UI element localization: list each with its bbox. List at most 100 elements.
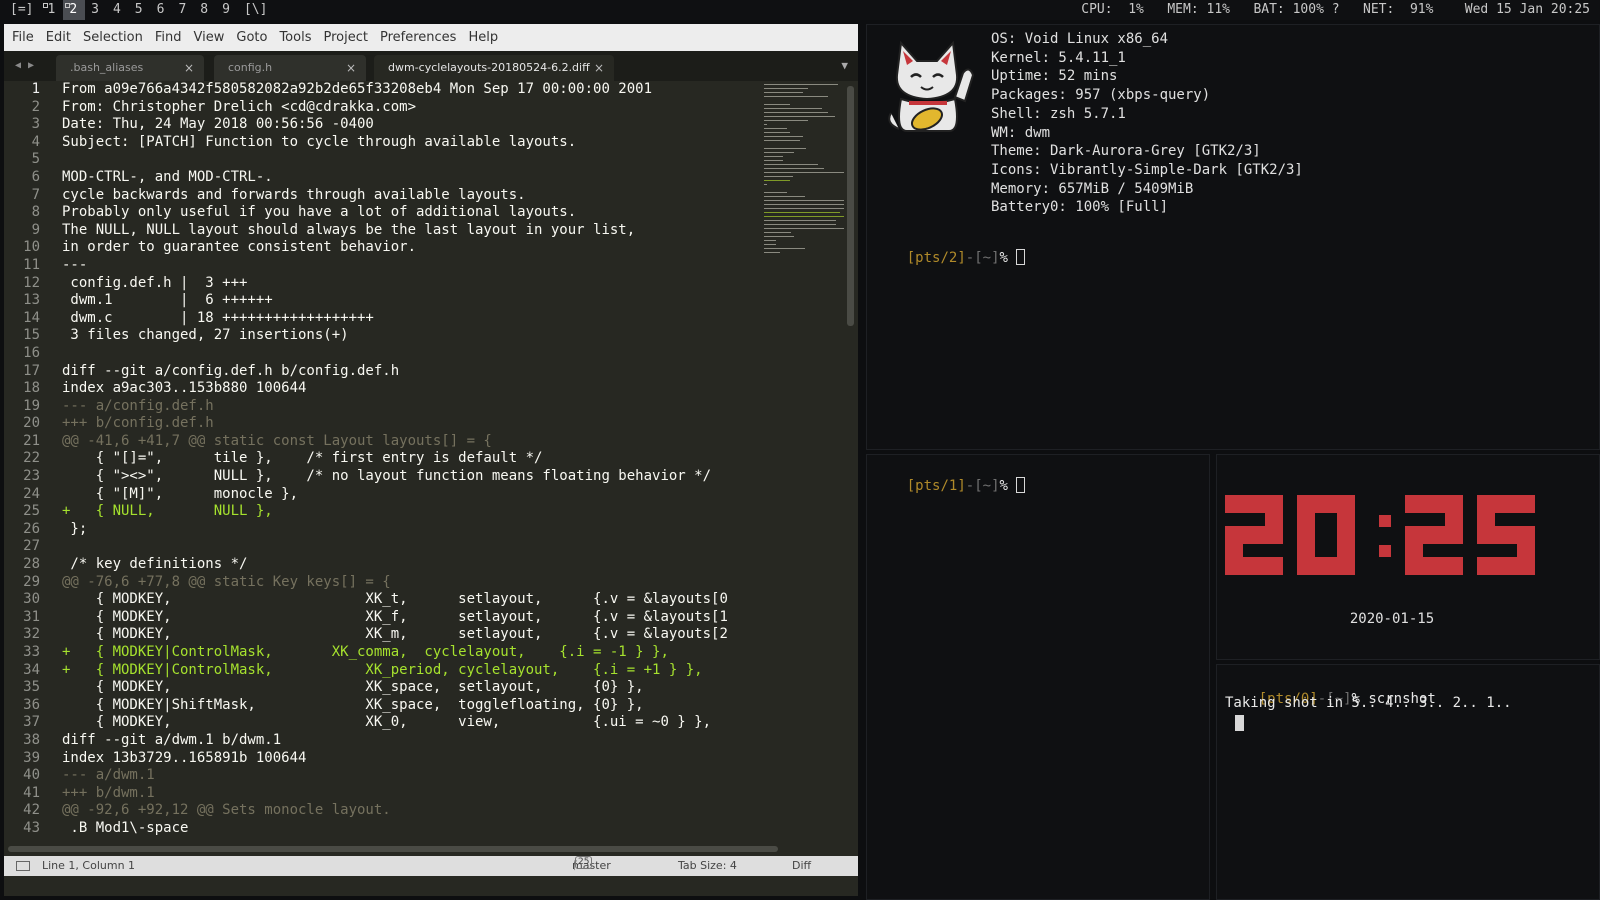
menu-file[interactable]: File [8,30,42,45]
line-number: 20 [23,415,40,432]
line-text: + { MODKEY|ControlMask, XK_period, cycle… [62,661,703,678]
workspace-tag[interactable]: 7 [172,0,194,20]
menu-project[interactable]: Project [319,30,375,45]
minimap-line [764,124,768,125]
line-text: The NULL, NULL layout should always be t… [62,221,636,238]
horizontal-scrollbar[interactable] [8,846,778,852]
terminal-pts1[interactable]: [pts/1]-[~]% [866,454,1210,900]
code-line: 12 config.def.h | 3 +++ [4,275,762,293]
line-text: diff --git a/config.def.h b/config.def.h [62,362,400,379]
tab-next-icon[interactable]: ▶ [28,60,34,71]
clock-segment [1225,557,1283,575]
code-line: 40 --- a/dwm.1 [4,767,762,785]
code-line: 35 { MODKEY, XK_space, setlayout, {0} }, [4,679,762,697]
line-number: 15 [23,327,40,344]
menu-preferences[interactable]: Preferences [376,30,464,45]
info-line: Theme: Dark-Aurora-Grey [GTK2/3] [991,143,1261,160]
terminal-neofetch[interactable]: OS: Void Linux x86_64 Kernel: 5.4.11_1 Upt… [866,24,1600,450]
line-text: .B Mod1\-space [62,819,189,836]
workspace-tag[interactable]: 8 [194,0,216,20]
terminal-pts0[interactable]: [pts/0]-[~]% scrnshot Taking shot in 5..… [1216,664,1600,900]
menu-help[interactable]: Help [464,30,506,45]
close-icon[interactable]: × [594,55,604,81]
line-text [42,538,62,556]
close-icon[interactable]: × [184,55,194,81]
line-text: Subject: [PATCH] Function to cycle throu… [62,133,577,150]
line-text [42,151,62,169]
tab-config-h[interactable]: config.h × [214,55,366,81]
menu-selection[interactable]: Selection [79,30,151,45]
menu-tools[interactable]: Tools [275,30,319,45]
code-line: 39 index 13b3729..165891b 100644 [4,750,762,768]
editor-status-bar: Line 1, Column 1 ᚴ master 25 Tab Size: 4 … [4,856,858,876]
line-text: in order to guarantee consistent behavio… [62,239,417,256]
line-number: 26 [23,520,40,537]
text-cursor [1016,249,1026,265]
tab-label: .bash_aliases [70,61,144,74]
line-text: --- [62,256,88,273]
workspace-tag[interactable]: 1 [41,0,63,20]
line-number: 16 [23,344,40,361]
info-line: Packages: 957 (xbps-query) [991,87,1211,104]
tab-size[interactable]: Tab Size: 4 [678,856,737,876]
workspace-tag[interactable]: [\] [238,0,275,20]
code-line: 26 }; [4,521,762,539]
minimap-line [764,96,829,97]
line-number: 10 [23,239,40,256]
syntax-mode[interactable]: Diff [792,856,811,876]
minimap-line [764,216,844,217]
line-number: 9 [31,221,40,238]
minimap-line [764,240,776,241]
clock-segment [1379,515,1391,527]
menu-goto[interactable]: Goto [232,30,275,45]
code-line: 14 dwm.c | 18 ++++++++++++++++++ [4,310,762,328]
line-number: 4 [31,133,40,150]
tab-list-dropdown-icon[interactable]: ▼ [841,59,848,72]
workspace-tag[interactable]: 2 [63,0,86,20]
vertical-scrollbar[interactable] [847,86,854,326]
line-number: 17 [23,362,40,379]
line-number: 1 [31,81,40,97]
workspace-tag[interactable]: [=] [4,0,41,20]
workspace-tag[interactable]: 5 [129,0,151,20]
code-line: 13 dwm.1 | 6 ++++++ [4,292,762,310]
line-text: dwm.c | 18 ++++++++++++++++++ [62,309,374,326]
workspace-tag[interactable]: 4 [107,0,129,20]
line-text: { MODKEY, XK_m, setlayout, {.v = &layout… [62,626,728,643]
minimap-line [764,140,800,141]
info-line: Icons: Vibrantly-Simple-Dark [GTK2/3] [991,161,1303,178]
code-line: 6 MOD-CTRL-, and MOD-CTRL-. [4,169,762,187]
code-area[interactable]: 1 From a09e766a4342f580582082a92b2de65f33… [4,81,762,866]
minimap-line [764,212,840,213]
line-number: 3 [31,116,40,133]
line-number: 43 [23,819,40,836]
minimap-line [764,232,792,233]
code-line: 5 [4,151,762,169]
workspace-tag[interactable]: 9 [216,0,238,20]
line-number: 8 [31,204,40,221]
minimap[interactable] [764,84,846,284]
clock-segment [1297,495,1315,544]
line-number: 22 [23,450,40,467]
code-line: 41 +++ b/dwm.1 [4,785,762,803]
menu-view[interactable]: View [190,30,233,45]
tab-prev-icon[interactable]: ◀ [15,60,21,71]
tab-diff-file[interactable]: dwm-cyclelayouts-20180524-6.2.diff × [374,55,614,81]
tab-bash-aliases[interactable]: .bash_aliases × [56,55,204,81]
line-number: 24 [23,485,40,502]
line-number: 30 [23,591,40,608]
line-number: 39 [23,749,40,766]
line-text: --- a/config.def.h [62,397,214,414]
panel-toggle-icon[interactable] [16,861,30,871]
code-line: 42 @@ -92,6 +92,12 @@ Sets monocle layout… [4,802,762,820]
workspace-tag[interactable]: 6 [151,0,173,20]
menu-edit[interactable]: Edit [42,30,79,45]
code-line: 11 --- [4,257,762,275]
tab-label: config.h [228,61,273,74]
minimap-line [764,192,788,193]
close-icon[interactable]: × [346,55,356,81]
line-text: index a9ac303..153b880 100644 [62,380,307,397]
workspace-tag[interactable]: 3 [85,0,107,20]
menu-find[interactable]: Find [151,30,190,45]
code-line: 17 diff --git a/config.def.h b/config.def… [4,363,762,381]
